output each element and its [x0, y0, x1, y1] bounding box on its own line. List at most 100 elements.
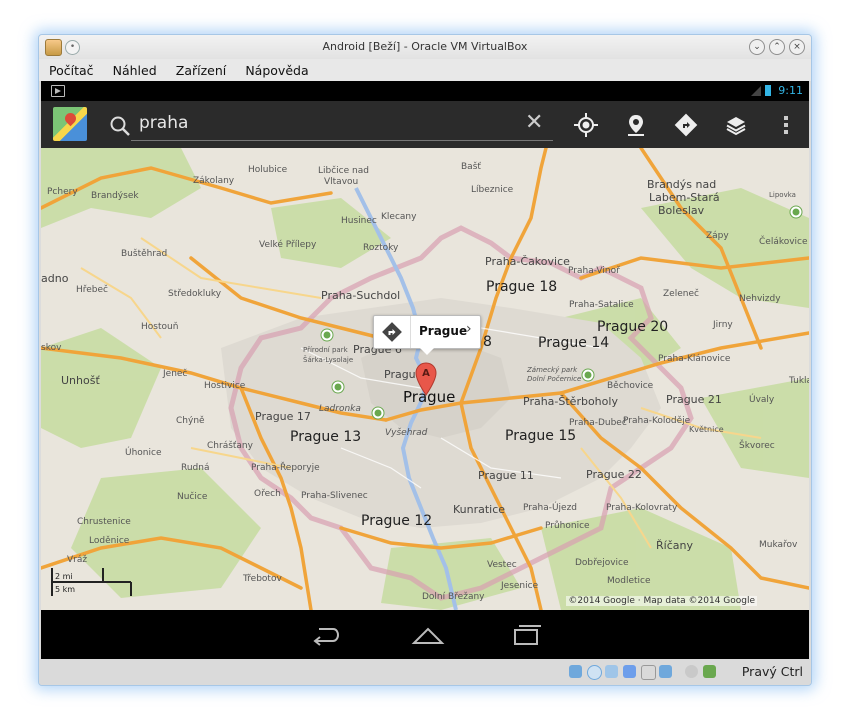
home-button-icon[interactable]: [411, 623, 445, 647]
battery-icon: [765, 85, 771, 96]
map-label: Praha-Štěrboholy: [523, 395, 618, 408]
map-label: Říčany: [656, 539, 693, 552]
map-label: skov: [41, 343, 62, 353]
optical-drive-icon[interactable]: [587, 665, 602, 680]
search-underline: [131, 140, 553, 141]
map-label: Prague 14: [538, 335, 610, 351]
map-label: Šárka-Lysolaje: [303, 356, 354, 364]
park-marker-icon[interactable]: [320, 328, 334, 342]
map-label: Dobřejovice: [575, 558, 629, 568]
map-copyright: ©2014 Google · Map data ©2014 Google: [566, 596, 757, 606]
virtualbox-window: • Android [Beží] - Oracle VM VirtualBox …: [38, 34, 812, 686]
map-label: Rudná: [181, 463, 210, 473]
mouse-integration-icon[interactable]: [685, 665, 698, 678]
maps-logo-icon[interactable]: [53, 107, 87, 141]
map-label: Kunratice: [453, 503, 506, 516]
map-label: Praha-Suchdol: [321, 289, 401, 302]
menu-item-nahled[interactable]: Náhled: [113, 63, 157, 78]
menu-item-napoveda[interactable]: Nápověda: [245, 63, 308, 78]
status-clock: 9:11: [778, 84, 803, 97]
map-label: Praha-Klánovice: [658, 354, 731, 364]
map-label: Zápy: [706, 231, 729, 241]
park-marker-icon[interactable]: [371, 406, 385, 420]
android-screen: 9:11 praha ✕ Pchery Brandýsek Zákolany H…: [41, 81, 809, 659]
map-label: Modletice: [607, 576, 651, 586]
map-view[interactable]: Pchery Brandýsek Zákolany Holubice Libči…: [41, 148, 809, 610]
chevron-right-icon: ›: [466, 321, 472, 337]
map-label: Chrášťany: [207, 441, 253, 451]
title-bar[interactable]: • Android [Beží] - Oracle VM VirtualBox …: [39, 35, 811, 59]
map-label: Lipovka: [769, 191, 796, 199]
layers-icon[interactable]: [723, 112, 749, 138]
park-marker-icon[interactable]: [581, 368, 595, 382]
map-label: Loděnice: [89, 536, 130, 546]
search-input[interactable]: praha: [139, 113, 188, 133]
place-marker-icon[interactable]: A: [415, 362, 437, 396]
signal-icon: [751, 86, 761, 96]
keyboard-capture-icon[interactable]: [703, 665, 716, 678]
map-label: Prague 15: [505, 428, 577, 444]
search-icon[interactable]: [109, 115, 131, 137]
map-label: Praha-Dubeč: [569, 418, 627, 428]
display-icon[interactable]: [659, 665, 672, 678]
menu-item-pocitac[interactable]: Počítač: [49, 63, 94, 78]
map-label: Tukla: [789, 376, 809, 386]
map-label: Praha-Čakovice: [485, 255, 570, 268]
virtualbox-status-bar: Pravý Ctrl: [39, 659, 811, 685]
android-status-bar: 9:11: [41, 81, 809, 101]
map-label: Bašť: [461, 162, 481, 172]
map-label: Mukařov: [759, 540, 798, 550]
menu-item-zarizeni[interactable]: Zařízení: [176, 63, 226, 78]
close-button[interactable]: ×: [789, 39, 805, 55]
map-label: Husinec: [341, 216, 377, 226]
popup-directions-button[interactable]: [374, 316, 411, 348]
park-marker-icon[interactable]: [789, 205, 803, 219]
map-scale: 2 mi 5 km: [51, 568, 132, 596]
android-nav-bar: [41, 610, 809, 659]
network-icon[interactable]: [623, 665, 636, 678]
usb-icon[interactable]: [605, 665, 618, 678]
map-label: Vráž: [67, 555, 88, 565]
directions-icon: [382, 322, 402, 342]
map-label: Dolní Počernice: [527, 375, 582, 383]
map-label: Prague 13: [290, 429, 362, 445]
map-label: Unhošť: [61, 374, 100, 387]
map-label: Prague 20: [597, 319, 669, 335]
map-label: Přírodní park: [303, 346, 348, 354]
map-label: Libčice nad: [318, 166, 369, 176]
shared-folders-icon[interactable]: [641, 665, 656, 680]
park-marker-icon[interactable]: [331, 380, 345, 394]
maps-action-bar: praha ✕: [41, 101, 809, 148]
map-label: Roztoky: [363, 243, 399, 253]
map-label: Prague 11: [478, 469, 534, 482]
window-title: Android [Beží] - Oracle VM VirtualBox: [322, 40, 528, 53]
map-label: Praha-Satalice: [569, 300, 634, 310]
my-location-icon[interactable]: [573, 112, 599, 138]
maximize-button[interactable]: ⌃: [769, 39, 785, 55]
map-label: Prague 17: [255, 410, 311, 423]
map-label: Jeneč: [163, 369, 188, 379]
map-label: Jirny: [713, 320, 733, 330]
map-label: Zámecký park: [527, 366, 578, 374]
map-label: Škvorec: [739, 441, 775, 451]
place-popup[interactable]: Prague ›: [373, 315, 481, 355]
map-label: Ladronka: [319, 404, 361, 414]
overflow-menu-icon[interactable]: [773, 112, 799, 138]
map-label: Klecany: [381, 212, 417, 222]
map-label: Ořech: [254, 489, 281, 499]
clear-search-icon[interactable]: ✕: [525, 110, 543, 135]
map-label: Chrustenice: [77, 517, 131, 527]
marker-letter: A: [422, 368, 430, 379]
scale-miles-label: 2 mi: [55, 572, 73, 581]
place-pin-icon[interactable]: [623, 112, 649, 138]
hard-disk-icon[interactable]: [569, 665, 582, 678]
recent-apps-button-icon[interactable]: [511, 622, 541, 648]
map-label: Prague 22: [586, 468, 642, 481]
map-label: Průhonice: [545, 521, 590, 531]
map-label: Vltavou: [324, 177, 359, 187]
directions-icon[interactable]: [673, 112, 699, 138]
map-label: Zákolany: [193, 176, 235, 186]
map-label: Úvaly: [749, 395, 775, 405]
back-button-icon[interactable]: [311, 624, 341, 646]
minimize-button[interactable]: ⌄: [749, 39, 765, 55]
